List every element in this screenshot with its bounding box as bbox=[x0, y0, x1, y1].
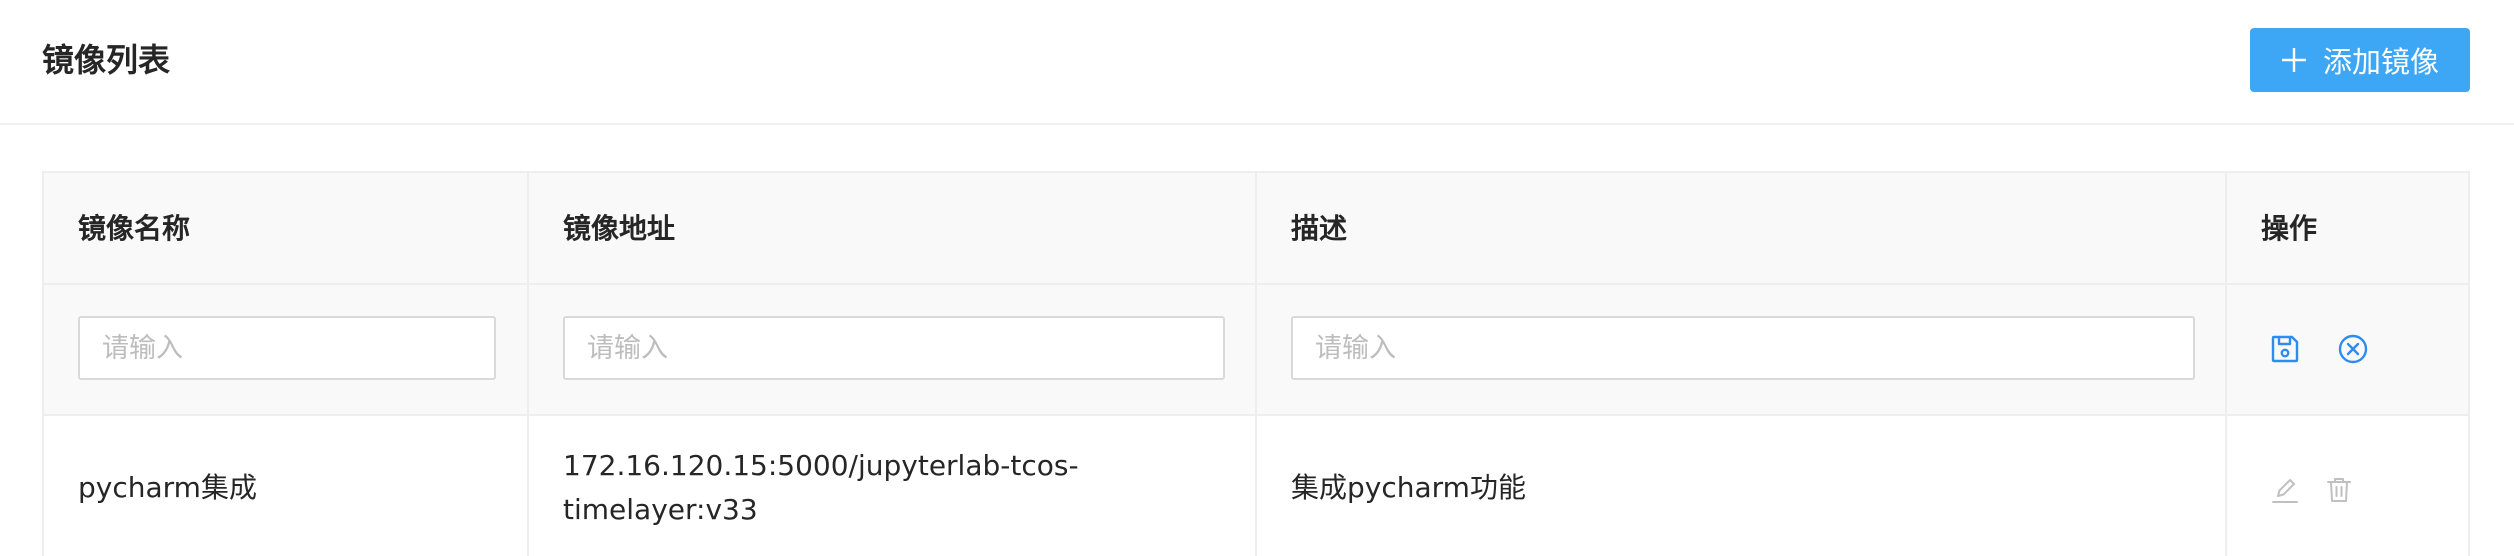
image-name-text: pycharm集成 bbox=[78, 471, 257, 504]
add-image-button[interactable]: 添加镜像 bbox=[2250, 28, 2470, 92]
column-header-address: 镜像地址 bbox=[529, 173, 1257, 283]
column-header-name: 镜像名称 bbox=[44, 173, 529, 283]
table-edit-row bbox=[44, 285, 2468, 416]
edit-icon[interactable] bbox=[2269, 474, 2301, 506]
image-name-input[interactable] bbox=[78, 316, 496, 380]
column-header-label: 描述 bbox=[1291, 212, 1348, 245]
column-header-label: 镜像地址 bbox=[563, 212, 676, 245]
page-header: 镜像列表 添加镜像 bbox=[0, 0, 2514, 125]
edit-cell-description bbox=[1257, 285, 2227, 414]
edit-cell-address bbox=[529, 285, 1257, 414]
column-header-actions: 操作 bbox=[2227, 173, 2468, 283]
column-header-label: 操作 bbox=[2261, 212, 2318, 245]
plus-icon bbox=[2281, 48, 2306, 72]
edit-cell-actions bbox=[2227, 285, 2468, 414]
table-header-row: 镜像名称 镜像地址 描述 操作 bbox=[44, 173, 2468, 285]
add-image-button-label: 添加镜像 bbox=[2322, 45, 2439, 79]
cell-name: pycharm集成 bbox=[44, 416, 529, 556]
column-header-label: 镜像名称 bbox=[78, 212, 191, 245]
save-icon[interactable] bbox=[2269, 333, 2301, 365]
column-header-description: 描述 bbox=[1257, 173, 2227, 283]
cell-address: 172.16.120.15:5000/jupyterlab-tcos-timel… bbox=[529, 416, 1257, 556]
image-description-input[interactable] bbox=[1291, 316, 2195, 380]
image-table: 镜像名称 镜像地址 描述 操作 请输入 请输入 请输入 pycharm集成 17… bbox=[42, 171, 2470, 556]
page-title: 镜像列表 bbox=[42, 41, 171, 79]
image-address-input[interactable] bbox=[563, 316, 1225, 380]
image-address-text: 172.16.120.15:5000/jupyterlab-tcos-timel… bbox=[563, 449, 1079, 526]
table-row: pycharm集成 172.16.120.15:5000/jupyterlab-… bbox=[44, 416, 2468, 556]
delete-icon[interactable] bbox=[2323, 474, 2355, 506]
cell-description: 集成pycharm功能 bbox=[1257, 416, 2227, 556]
edit-cell-name bbox=[44, 285, 529, 414]
cell-actions bbox=[2227, 416, 2468, 556]
cancel-icon[interactable] bbox=[2337, 333, 2369, 365]
image-description-text: 集成pycharm功能 bbox=[1291, 471, 1526, 504]
